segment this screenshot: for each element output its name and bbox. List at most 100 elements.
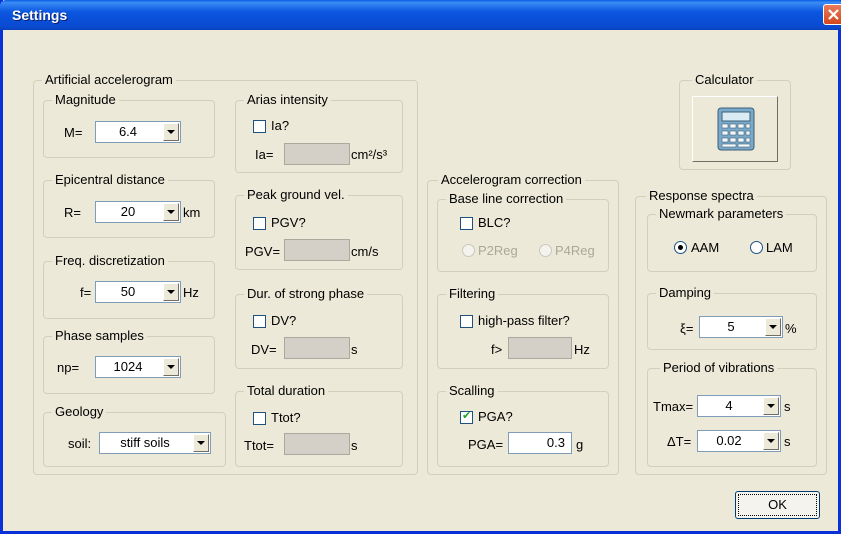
damping-unit: %	[785, 321, 797, 336]
tmax-select[interactable]: 4	[697, 395, 781, 417]
chevron-down-icon[interactable]	[163, 123, 179, 141]
aam-radio[interactable]	[674, 241, 687, 254]
pgv-unit: cm/s	[351, 244, 379, 259]
dt-unit: s	[784, 434, 791, 449]
dv-label: DV=	[251, 342, 277, 357]
freq-value: 50	[120, 284, 136, 299]
filter-label: f>	[491, 342, 503, 357]
calculator-button[interactable]	[692, 96, 778, 162]
baseline-group: Base line correction	[437, 191, 609, 272]
p2reg-radio[interactable]	[462, 244, 475, 257]
dt-value: 0.02	[716, 433, 742, 448]
blc-check-label: BLC?	[478, 215, 511, 230]
calculator-icon	[717, 107, 755, 151]
title-bar: Settings	[0, 0, 841, 30]
pga-checkbox[interactable]	[460, 409, 473, 424]
scalling-legend: Scalling	[446, 383, 498, 399]
chevron-down-icon[interactable]	[763, 397, 779, 415]
p4reg-label: P4Reg	[555, 243, 595, 258]
epicentral-select[interactable]: 20	[95, 201, 181, 223]
total-duration-legend: Total duration	[244, 383, 329, 399]
freq-legend: Freq. discretization	[52, 253, 168, 269]
dt-select[interactable]: 0.02	[697, 430, 781, 452]
blc-checkbox[interactable]	[460, 217, 473, 230]
ia-label: Ia=	[255, 147, 274, 162]
dv-check-label: DV?	[271, 313, 297, 328]
dv-checkbox[interactable]	[253, 315, 266, 328]
freq-unit: Hz	[183, 285, 199, 300]
baseline-legend: Base line correction	[446, 191, 567, 207]
period-legend: Period of vibrations	[660, 360, 778, 376]
ia-check-label: Ia?	[271, 118, 290, 133]
tmax-label: Tmax=	[653, 399, 694, 414]
pgv-check-label: PGV?	[271, 215, 306, 230]
phase-select[interactable]: 1024	[95, 356, 181, 378]
pga-label: PGA=	[468, 437, 504, 452]
freq-select[interactable]: 50	[95, 281, 181, 303]
p4reg-radio[interactable]	[539, 244, 552, 257]
close-button[interactable]	[823, 4, 841, 25]
dv-unit: s	[351, 342, 358, 357]
ttot-unit: s	[351, 438, 358, 453]
magnitude-value: 6.4	[118, 124, 138, 139]
phase-value: 1024	[113, 359, 143, 374]
epicentral-label: R=	[64, 205, 81, 220]
epicentral-unit: km	[183, 205, 201, 220]
magnitude-legend: Magnitude	[52, 92, 119, 108]
soil-select[interactable]: stiff soils	[99, 432, 211, 454]
ttot-field	[284, 433, 350, 455]
chevron-down-icon[interactable]	[163, 283, 179, 301]
artificial-accelerogram-legend: Artificial accelerogram	[42, 72, 176, 88]
calculator-legend: Calculator	[692, 72, 757, 88]
soil-value: stiff soils	[120, 435, 170, 450]
damping-label: ξ=	[680, 321, 694, 336]
freq-label: f=	[80, 285, 92, 300]
ia-unit: cm²/s³	[351, 147, 388, 162]
chevron-down-icon[interactable]	[163, 358, 179, 376]
ok-label: OK	[768, 497, 787, 512]
dt-label: ΔT=	[667, 434, 692, 449]
magnitude-label: M=	[64, 125, 83, 140]
aam-label: AAM	[691, 240, 720, 255]
epicentral-value: 20	[120, 204, 136, 219]
pgv-field	[284, 239, 350, 261]
phase-legend: Phase samples	[52, 328, 147, 344]
ttot-label: Ttot=	[244, 438, 274, 453]
arias-legend: Arias intensity	[244, 92, 331, 108]
chevron-down-icon[interactable]	[763, 432, 779, 450]
ttot-checkbox[interactable]	[253, 412, 266, 425]
ok-button[interactable]: OK	[735, 491, 820, 519]
damping-legend: Damping	[656, 285, 715, 301]
tmax-value: 4	[725, 398, 733, 413]
pgv-checkbox[interactable]	[253, 217, 266, 230]
pga-field[interactable]: 0.3	[508, 432, 572, 454]
highpass-checkbox[interactable]	[460, 315, 473, 328]
pgv-label: PGV=	[245, 244, 281, 259]
chevron-down-icon[interactable]	[193, 434, 209, 452]
p2reg-label: P2Reg	[478, 243, 518, 258]
filter-field	[508, 337, 572, 359]
dur-strong-legend: Dur. of strong phase	[244, 286, 368, 302]
total-duration-group: Total duration	[235, 383, 403, 467]
ia-checkbox[interactable]	[253, 120, 266, 133]
correction-legend: Accelerogram correction	[438, 172, 585, 188]
magnitude-select[interactable]: 6.4	[95, 121, 181, 143]
highpass-check-label: high-pass filter?	[478, 313, 570, 328]
chevron-down-icon[interactable]	[765, 318, 781, 336]
settings-window: Settings Artificial accelerogram Magnitu…	[0, 0, 841, 534]
response-legend: Response spectra	[646, 188, 757, 204]
ia-field	[284, 143, 350, 165]
scalling-group: Scalling	[437, 383, 609, 467]
geology-legend: Geology	[52, 404, 107, 420]
damping-select[interactable]: 5	[699, 316, 783, 338]
window-title: Settings	[12, 7, 68, 23]
lam-label: LAM	[766, 240, 793, 255]
phase-label: np=	[57, 360, 80, 375]
epicentral-legend: Epicentral distance	[52, 172, 168, 188]
lam-radio[interactable]	[750, 241, 763, 254]
pgv-legend: Peak ground vel.	[244, 187, 348, 203]
period-group: Period of vibrations	[647, 360, 817, 467]
chevron-down-icon[interactable]	[163, 203, 179, 221]
filter-unit: Hz	[574, 342, 590, 357]
filtering-legend: Filtering	[446, 286, 499, 302]
